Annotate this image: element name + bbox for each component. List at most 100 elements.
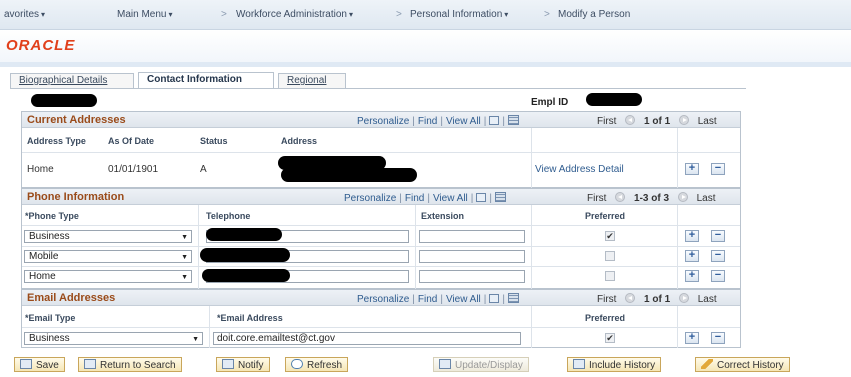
phone-type-select[interactable]: Mobile ▼ <box>24 250 192 263</box>
column-divider <box>531 128 532 188</box>
next-icon[interactable] <box>678 293 689 303</box>
divider: | <box>483 294 487 305</box>
redacted-address-line-2 <box>281 168 417 182</box>
preferred-checkbox[interactable]: ✔ <box>605 333 615 343</box>
add-row-button[interactable]: + <box>685 163 699 175</box>
phone-type-select[interactable]: Home ▼ <box>24 270 192 283</box>
download-grid-icon[interactable] <box>508 293 519 303</box>
breadcrumb-label: Personal Information <box>410 9 503 20</box>
tab-label: Contact Information <box>147 74 242 85</box>
correct-history-button[interactable]: Correct History <box>695 357 790 372</box>
delete-row-button[interactable]: − <box>711 270 725 282</box>
refresh-button[interactable]: Refresh <box>285 357 349 372</box>
grid-pagination: First 1-3 of 3 Last <box>587 192 716 204</box>
delete-row-button[interactable]: − <box>711 163 725 175</box>
column-header: Extension <box>421 211 465 221</box>
extension-input[interactable] <box>419 230 525 243</box>
column-divider <box>198 205 199 289</box>
row-divider <box>22 327 740 328</box>
column-divider <box>677 128 678 188</box>
next-icon[interactable] <box>677 192 688 202</box>
find-link[interactable]: Find <box>405 193 424 204</box>
view-all-link[interactable]: View All <box>433 193 468 204</box>
new-window-icon[interactable] <box>476 193 487 202</box>
view-all-link[interactable]: View All <box>446 294 481 305</box>
save-button[interactable]: Save <box>14 357 65 372</box>
column-header: *Email Type <box>25 313 76 323</box>
email-type-select[interactable]: Business ▼ <box>24 332 203 345</box>
extension-input[interactable] <box>419 250 525 263</box>
divider: | <box>399 193 402 204</box>
previous-icon[interactable] <box>615 192 626 202</box>
column-divider <box>677 306 678 348</box>
delete-row-button[interactable]: − <box>711 250 725 262</box>
tab-label: Regional <box>287 75 327 86</box>
nav-favorites[interactable]: avorites ▾ <box>4 9 45 20</box>
personalize-link[interactable]: Personalize <box>344 193 396 204</box>
return-to-search-button[interactable]: Return to Search <box>78 357 182 372</box>
breadcrumb-separator: > <box>396 9 402 20</box>
row-divider <box>22 152 740 153</box>
row-divider <box>22 225 740 226</box>
download-grid-icon[interactable] <box>495 192 506 202</box>
pencil-icon <box>701 359 713 369</box>
grid-tools: Personalize | Find | View All | | <box>344 192 506 204</box>
personalize-link[interactable]: Personalize <box>357 116 409 127</box>
notify-button[interactable]: Notify <box>216 357 270 372</box>
new-window-icon[interactable] <box>489 116 500 125</box>
divider: | <box>440 294 443 305</box>
personalize-link[interactable]: Personalize <box>357 294 409 305</box>
redacted-name <box>31 94 97 107</box>
add-row-button[interactable]: + <box>685 270 699 282</box>
view-all-link[interactable]: View All <box>446 116 481 127</box>
delete-row-button[interactable]: − <box>711 230 725 242</box>
column-divider <box>531 306 532 348</box>
include-history-button[interactable]: Include History <box>567 357 662 372</box>
add-row-button[interactable]: + <box>685 250 699 262</box>
header-band <box>0 30 851 62</box>
first-label: First <box>597 294 617 305</box>
nav-main-menu[interactable]: Main Menu ▾ <box>117 9 172 20</box>
breadcrumb-workforce-administration[interactable]: Workforce Administration ▾ <box>236 9 353 20</box>
tab-biographical-details[interactable]: Biographical Details <box>10 73 134 88</box>
next-icon[interactable] <box>678 115 689 125</box>
tab-contact-information[interactable]: Contact Information <box>138 72 274 88</box>
extension-input[interactable] <box>419 270 525 283</box>
preferred-checkbox[interactable]: ✔ <box>605 231 615 241</box>
redacted-telephone <box>202 269 290 282</box>
download-grid-icon[interactable] <box>508 115 519 125</box>
address-type-cell: Home <box>27 164 54 175</box>
tab-divider <box>10 88 746 89</box>
delete-row-button[interactable]: − <box>711 332 725 344</box>
include-history-icon <box>573 359 585 369</box>
email-address-input[interactable]: doit.core.emailtest@ct.gov <box>213 332 521 345</box>
last-label: Last <box>697 116 717 127</box>
tab-regional[interactable]: Regional <box>278 73 346 88</box>
find-link[interactable]: Find <box>418 116 437 127</box>
breadcrumb-personal-information[interactable]: Personal Information ▾ <box>410 9 508 20</box>
breadcrumb-label: Workforce Administration <box>236 9 347 20</box>
preferred-checkbox[interactable] <box>605 271 615 281</box>
dropdown-arrow-icon: ▼ <box>181 274 188 281</box>
grid-pagination: First 1 of 1 Last <box>597 293 717 305</box>
update-display-button[interactable]: Update/Display <box>433 357 529 372</box>
preferred-checkbox[interactable] <box>605 251 615 261</box>
divider: | <box>502 116 505 127</box>
phone-type-value: Business <box>29 231 70 242</box>
tab-label: Biographical Details <box>19 75 108 86</box>
notify-icon <box>222 359 234 369</box>
phone-type-select[interactable]: Business ▼ <box>24 230 192 243</box>
previous-icon[interactable] <box>625 293 636 303</box>
breadcrumb-modify-a-person[interactable]: Modify a Person <box>558 9 630 20</box>
find-link[interactable]: Find <box>418 294 437 305</box>
current-addresses-grid: Current Addresses Personalize | Find | View … <box>21 111 741 188</box>
add-row-button[interactable]: + <box>685 230 699 242</box>
view-address-detail-link[interactable]: View Address Detail <box>535 164 624 175</box>
add-row-button[interactable]: + <box>685 332 699 344</box>
new-window-icon[interactable] <box>489 294 500 303</box>
nav-favorites-label: avorites <box>4 9 40 20</box>
previous-icon[interactable] <box>625 115 636 125</box>
email-type-value: Business <box>29 333 70 344</box>
divider: | <box>470 193 474 204</box>
row-divider <box>22 266 740 267</box>
